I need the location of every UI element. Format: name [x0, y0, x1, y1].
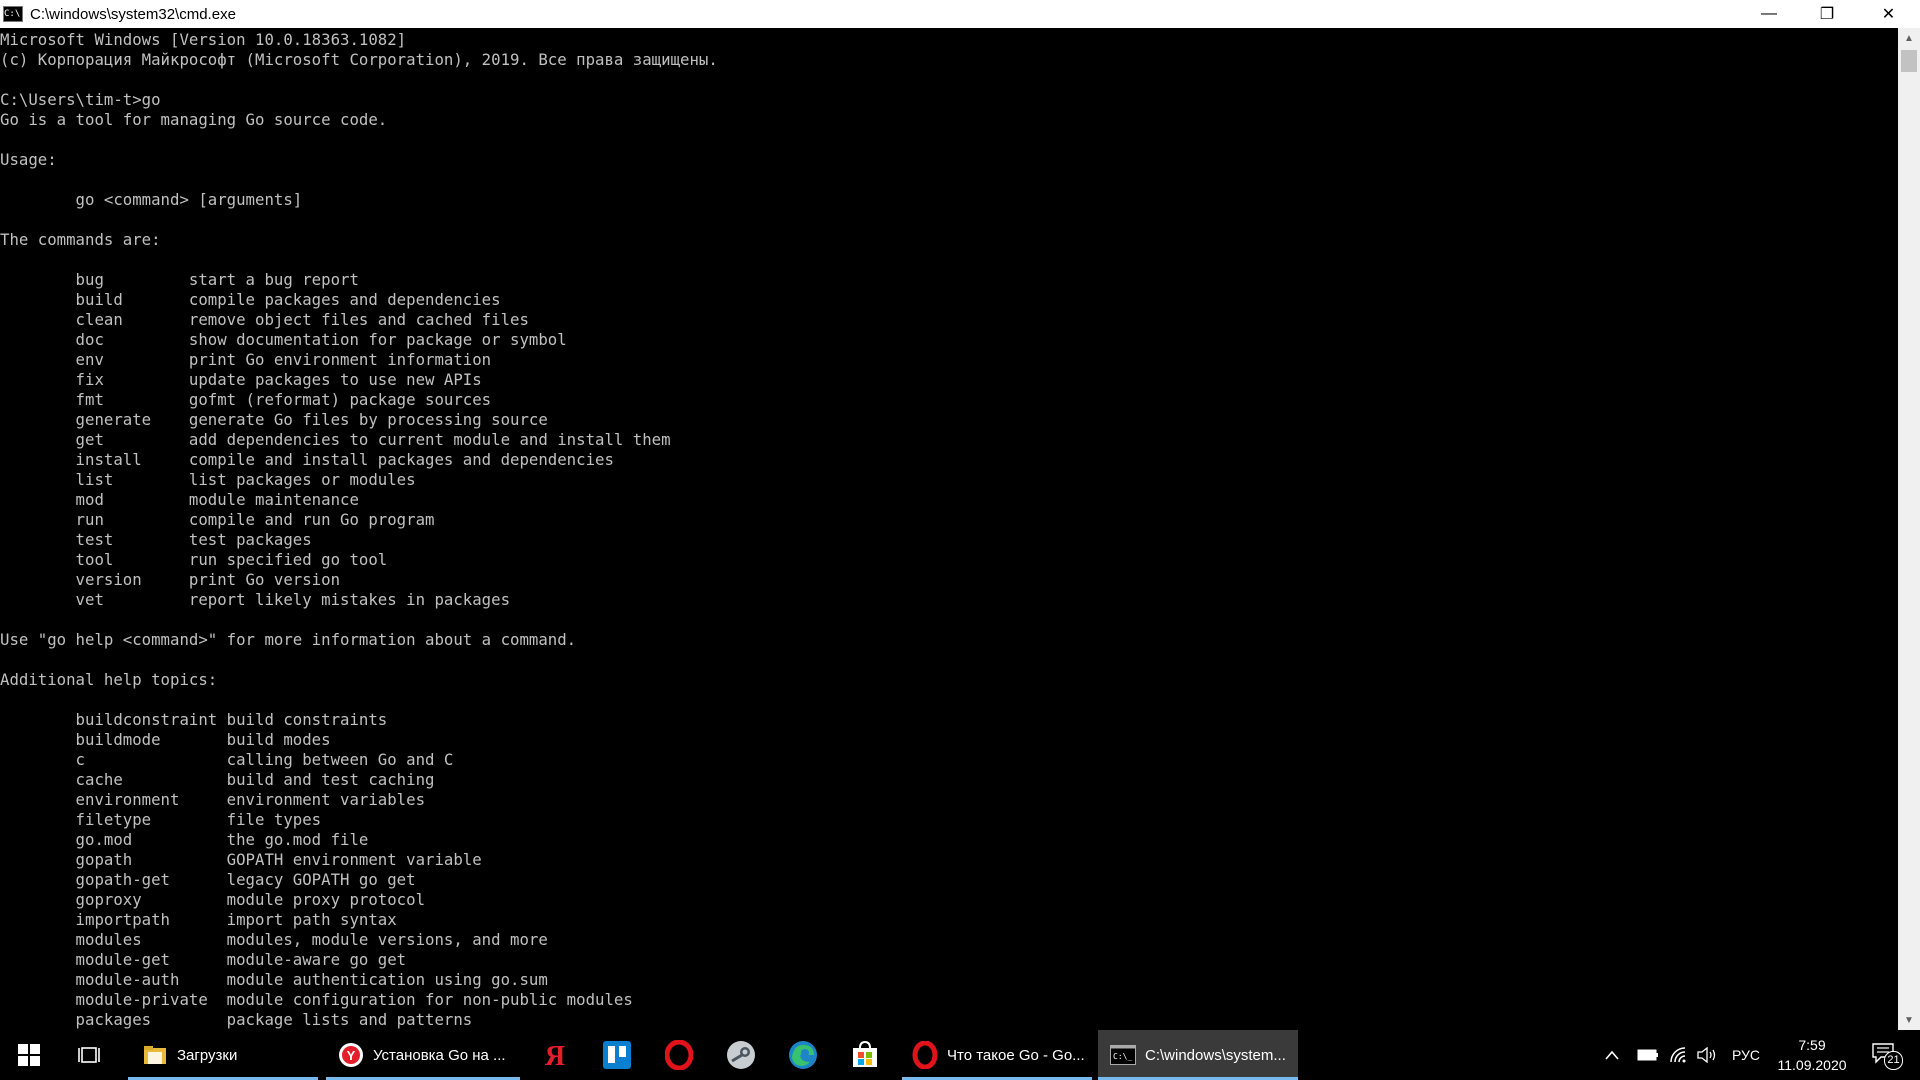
vertical-scrollbar[interactable]: ▲ ▼ [1898, 28, 1920, 1030]
action-center-button[interactable]: 21 [1862, 1030, 1908, 1080]
edge-icon [789, 1041, 817, 1069]
scroll-up-button[interactable]: ▲ [1898, 28, 1920, 48]
scroll-down-button[interactable]: ▼ [1898, 1010, 1920, 1030]
restore-button[interactable]: ❐ [1798, 0, 1856, 28]
battery-icon [1637, 1049, 1658, 1061]
taskbar-app-yandex-browser[interactable]: Y Установка Go на ... [326, 1030, 520, 1080]
cmd-icon: C:\_ [1110, 1042, 1136, 1068]
trello-icon [603, 1041, 631, 1069]
svg-text:C:\_: C:\_ [1113, 1052, 1132, 1061]
console-area[interactable]: Microsoft Windows [Version 10.0.18363.10… [0, 28, 1898, 1030]
taskbar-app-label: Установка Go на ... [373, 1046, 506, 1064]
clock-time: 7:59 [1798, 1037, 1826, 1053]
close-button[interactable]: ✕ [1857, 0, 1920, 28]
notification-count-badge: 21 [1884, 1051, 1903, 1070]
yandex-browser-icon: Y [338, 1042, 364, 1068]
taskbar: Загрузки Y Установка Go на ... Я Что так… [0, 1030, 1920, 1080]
opera-icon [912, 1041, 938, 1069]
taskbar-app-explorer[interactable]: Загрузки [128, 1030, 318, 1080]
scroll-thumb[interactable] [1901, 50, 1917, 72]
steam-icon [727, 1041, 755, 1069]
language-indicator[interactable]: РУС [1728, 1030, 1764, 1080]
volume-button[interactable] [1694, 1030, 1720, 1080]
speaker-icon [1697, 1047, 1716, 1063]
cmd-icon: C:\ [3, 6, 23, 22]
windows-logo-icon [18, 1044, 40, 1066]
taskbar-app-label: Загрузки [177, 1046, 238, 1064]
chevron-up-icon [1605, 1050, 1619, 1060]
window-title: C:\windows\system32\cmd.exe [30, 5, 236, 23]
clock-date: 11.09.2020 [1777, 1057, 1847, 1073]
minimize-button[interactable]: — [1740, 0, 1798, 28]
console-output: Microsoft Windows [Version 10.0.18363.10… [0, 30, 718, 1029]
taskbar-pinned-steam[interactable] [714, 1030, 768, 1080]
store-icon [853, 1041, 877, 1067]
task-view-button[interactable] [64, 1030, 114, 1080]
taskbar-app-label: Что такое Go - Go... [947, 1046, 1085, 1064]
show-hidden-icons-button[interactable] [1600, 1030, 1624, 1080]
svg-text:Y: Y [347, 1048, 356, 1063]
taskbar-pinned-store[interactable] [838, 1030, 892, 1080]
yandex-icon: Я [545, 1041, 565, 1069]
wifi-icon [1670, 1047, 1686, 1063]
clock[interactable]: 7:59 11.09.2020 [1770, 1030, 1854, 1080]
taskbar-pinned-yandex[interactable]: Я [528, 1030, 582, 1080]
taskbar-app-cmd[interactable]: C:\_ C:\windows\system... [1098, 1030, 1298, 1080]
task-view-icon [78, 1047, 100, 1063]
taskbar-pinned-edge[interactable] [776, 1030, 830, 1080]
start-button[interactable] [0, 1030, 58, 1080]
svg-text:Я: Я [545, 1041, 565, 1069]
battery-button[interactable] [1636, 1030, 1660, 1080]
taskbar-pinned-trello[interactable] [590, 1030, 644, 1080]
folder-icon [142, 1042, 168, 1068]
title-bar[interactable]: C:\ C:\windows\system32\cmd.exe — ❐ ✕ [0, 0, 1920, 28]
taskbar-app-opera[interactable]: Что такое Go - Go... [902, 1030, 1092, 1080]
opera-icon [665, 1040, 693, 1070]
taskbar-app-label: C:\windows\system... [1145, 1046, 1286, 1064]
network-button[interactable] [1666, 1030, 1690, 1080]
taskbar-pinned-opera[interactable] [652, 1030, 706, 1080]
